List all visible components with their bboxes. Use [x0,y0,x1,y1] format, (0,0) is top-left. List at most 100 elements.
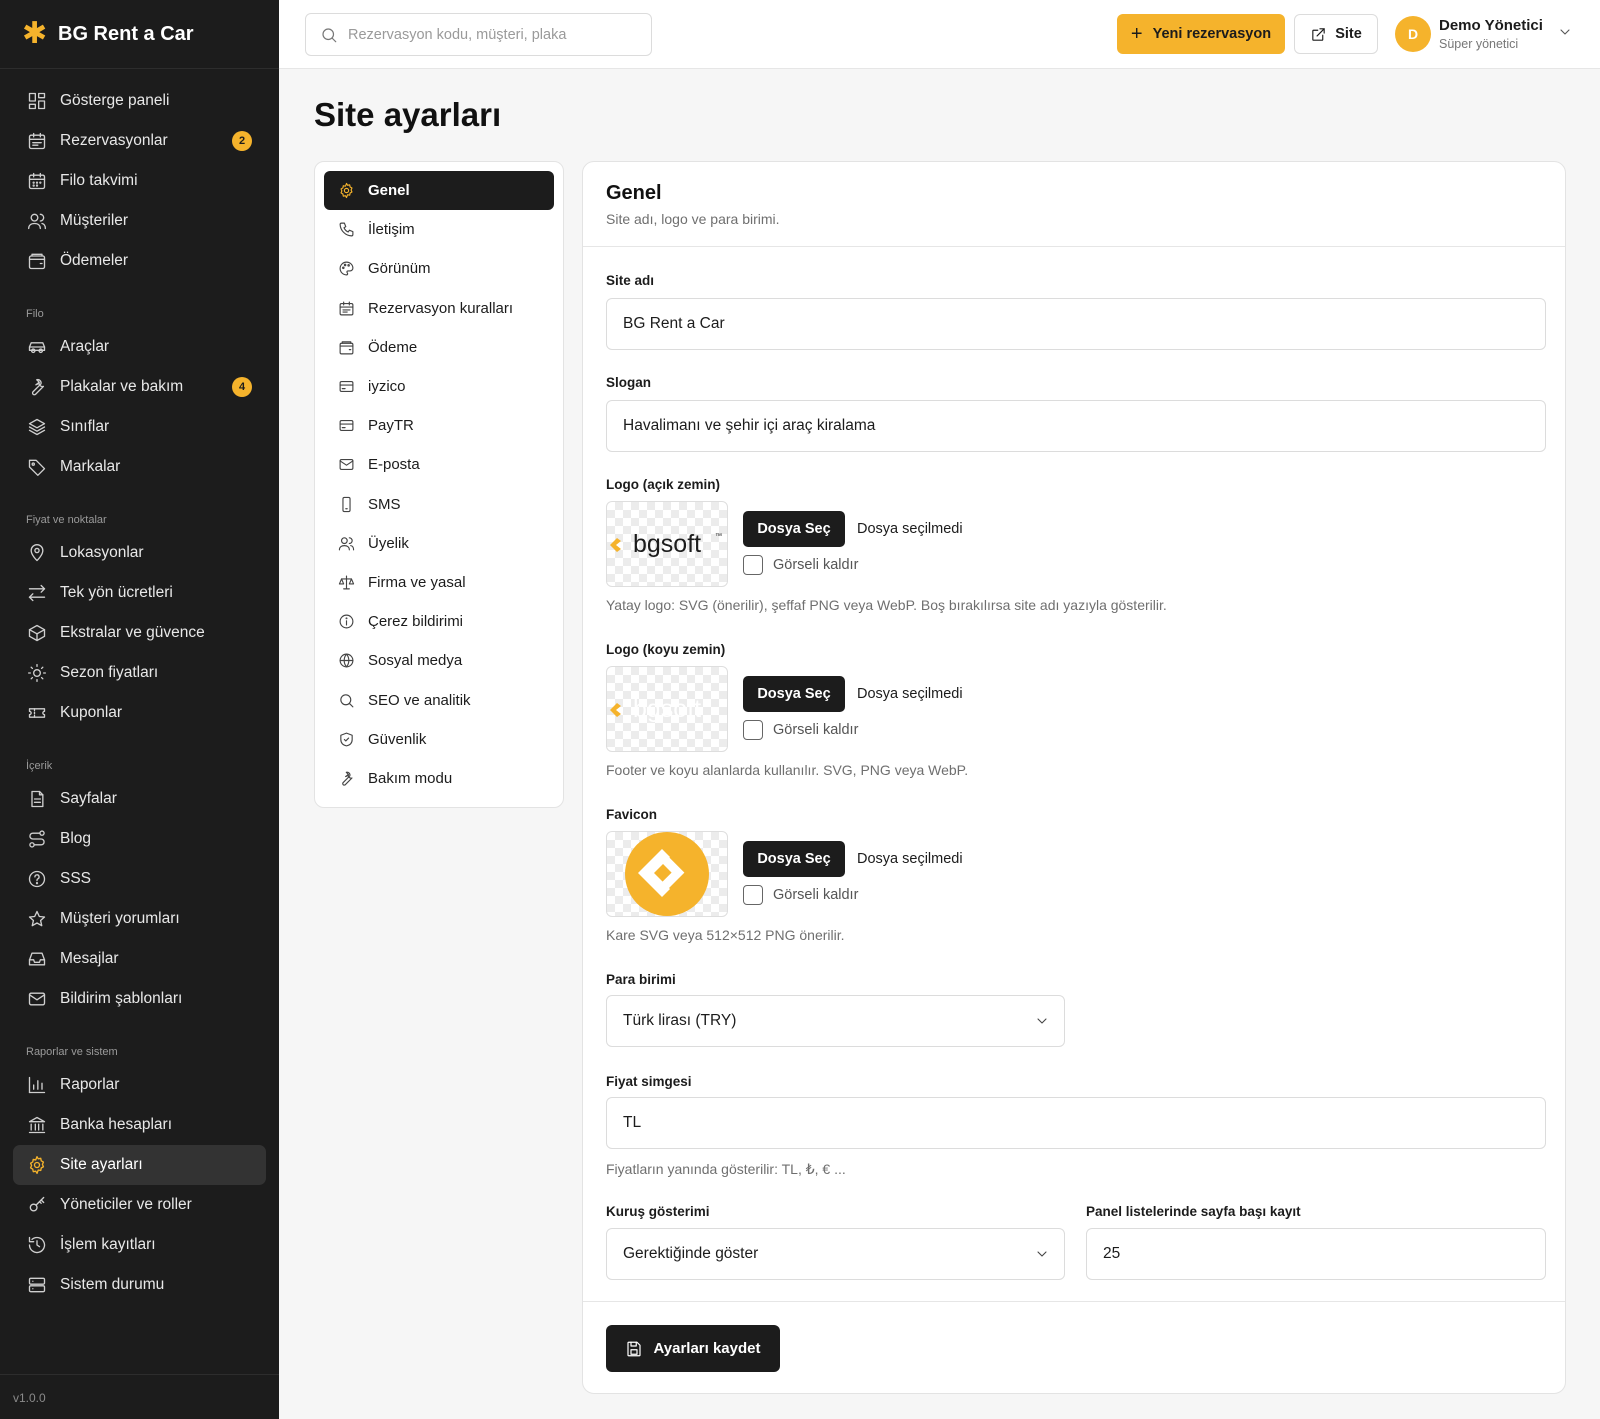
sidebar-item-star[interactable]: Müşteri yorumları [13,899,266,939]
favicon-remove-checkbox[interactable] [743,885,763,905]
sidebar-item-users[interactable]: Müşteriler [13,201,266,241]
save-settings-button[interactable]: Ayarları kaydet [606,1325,780,1372]
logo-light-file-button[interactable]: Dosya Seç [743,511,845,547]
settings-tab-11[interactable]: Çerez bildirimi [324,602,554,641]
sidebar-item-key[interactable]: Yöneticiler ve roller [13,1185,266,1225]
sidebar-item-chart[interactable]: Raporlar [13,1065,266,1105]
settings-tab-6[interactable]: PayTR [324,406,554,445]
sidebar-item-sun[interactable]: Sezon fiyatları [13,653,266,693]
logo-light-preview: bgsoft ™ [606,501,728,587]
settings-tab-8[interactable]: SMS [324,485,554,524]
sidebar-item-car[interactable]: Araçlar [13,327,266,367]
logo-dark-file-button[interactable]: Dosya Seç [743,676,845,712]
slogan-input[interactable]: Havalimanı ve şehir içi araç kiralama [606,400,1546,452]
new-reservation-button[interactable]: + Yeni rezervasyon [1117,14,1285,54]
wrench-icon-wrap [26,376,48,398]
sidebar-item-label: Ekstralar ve güvence [60,624,205,641]
sidebar-item-mail[interactable]: Bildirim şablonları [13,979,266,1019]
sidebar-item-bank[interactable]: Banka hesapları [13,1105,266,1145]
history-icon [28,1236,46,1254]
sidebar-item-file[interactable]: Sayfalar [13,779,266,819]
settings-tab-10[interactable]: Firma ve yasal [324,563,554,602]
sidebar-item-arrows[interactable]: Tek yön ücretleri [13,573,266,613]
logo-dark-remove-label: Görseli kaldır [773,722,859,738]
ticket-icon [28,708,46,718]
settings-tab-7[interactable]: E-posta [324,445,554,484]
logo-light-remove-label: Görseli kaldır [773,557,859,573]
bank-icon-wrap [26,1114,48,1136]
logo-light-remove-checkbox[interactable] [743,555,763,575]
sidebar-item-label: Site ayarları [60,1156,143,1173]
logo-dark-remove-row[interactable]: Görseli kaldır [743,720,858,740]
search-box[interactable] [305,13,652,56]
open-site-button[interactable]: Site [1294,14,1378,54]
settings-tab-0[interactable]: Genel [324,171,554,211]
settings-tab-14[interactable]: Güvenlik [324,720,554,759]
sidebar-item-map-pin[interactable]: Lokasyonlar [13,533,266,573]
sidebar-item-layers[interactable]: Sınıflar [13,407,266,447]
layers-icon [28,418,46,436]
settings-tab-3[interactable]: Rezervasyon kuralları [324,289,554,328]
palette-icon [339,262,354,276]
favicon-remove-row[interactable]: Görseli kaldır [743,885,858,905]
sidebar-item-history[interactable]: İşlem kayıtları [13,1225,266,1265]
info-icon [339,614,354,629]
logo-light-remove-row[interactable]: Görseli kaldır [743,555,858,575]
save-icon [627,1341,642,1356]
file-icon [31,790,44,808]
settings-tab-13[interactable]: SEO ve analitik [324,680,554,719]
file-icon-wrap [26,788,48,810]
search-input[interactable] [348,26,638,43]
sidebar-item-box[interactable]: Ekstralar ve güvence [13,613,266,653]
chart-icon-wrap [26,1074,48,1096]
sidebar-item-label: Mesajlar [60,950,119,967]
tag-icon [28,459,46,476]
sidebar-item-server[interactable]: Sistem durumu [13,1265,266,1305]
settings-tab-15[interactable]: Bakım modu [324,759,554,798]
ticket-icon-wrap [26,702,48,724]
wallet-icon-wrap [338,338,356,356]
price-symbol-input[interactable]: TL [606,1097,1546,1149]
settings-tab-4[interactable]: Ödeme [324,328,554,367]
settings-tab-label: Sosyal medya [368,652,463,670]
sidebar-item-calendar-grid[interactable]: Filo takvimi [13,161,266,201]
mail-icon-wrap [338,456,356,474]
user-menu[interactable]: D Demo Yönetici Süper yönetici [1395,16,1573,52]
server-icon [28,1277,46,1293]
sidebar-item-dashboard[interactable]: Gösterge paneli [13,81,266,121]
sidebar-item-calendar[interactable]: Rezervasyonlar 2 [13,121,266,161]
users-icon [338,537,355,551]
cents-select[interactable]: Gerektiğinde göster [606,1228,1065,1280]
sidebar-item-tag[interactable]: Markalar [13,447,266,487]
sidebar-section-content: İçerik [26,760,53,772]
currency-select[interactable]: Türk lirası (TRY) [606,995,1065,1047]
sidebar-item-help[interactable]: SSS [13,859,266,899]
settings-tab-5[interactable]: iyzico [324,367,554,406]
settings-tab-2[interactable]: Görünüm [324,249,554,288]
favicon-hint: Kare SVG veya 512×512 PNG önerilir. [606,927,845,943]
sidebar-item-wrench[interactable]: Plakalar ve bakım 4 [13,367,266,407]
favicon-file-button[interactable]: Dosya Seç [743,841,845,877]
globe-icon [339,653,354,668]
per-page-input[interactable]: 25 [1086,1228,1546,1280]
sidebar-item-label: Filo takvimi [60,172,138,189]
site-name-input[interactable]: BG Rent a Car [606,298,1546,350]
wallet-icon [28,253,46,270]
settings-tab-1[interactable]: İletişim [324,210,554,249]
sidebar-item-ticket[interactable]: Kuponlar [13,693,266,733]
sidebar-item-route[interactable]: Blog [13,819,266,859]
logo-dark-label: Logo (koyu zemin) [606,642,726,657]
sidebar-item-wallet[interactable]: Ödemeler [13,241,266,281]
settings-tab-12[interactable]: Sosyal medya [324,641,554,680]
logo-dark-remove-checkbox[interactable] [743,720,763,740]
sidebar-item-gear[interactable]: Site ayarları [13,1145,266,1185]
settings-tab-9[interactable]: Üyelik [324,524,554,563]
brand[interactable]: ✱ BG Rent a Car [0,0,279,69]
sidebar-item-label: Gösterge paneli [60,92,170,109]
history-icon-wrap [26,1234,48,1256]
panel-title: Genel [606,182,662,204]
sidebar-item-inbox[interactable]: Mesajlar [13,939,266,979]
box-icon-wrap [26,622,48,644]
settings-tab-label: iyzico [368,378,406,396]
sidebar-item-label: Sayfalar [60,790,117,807]
